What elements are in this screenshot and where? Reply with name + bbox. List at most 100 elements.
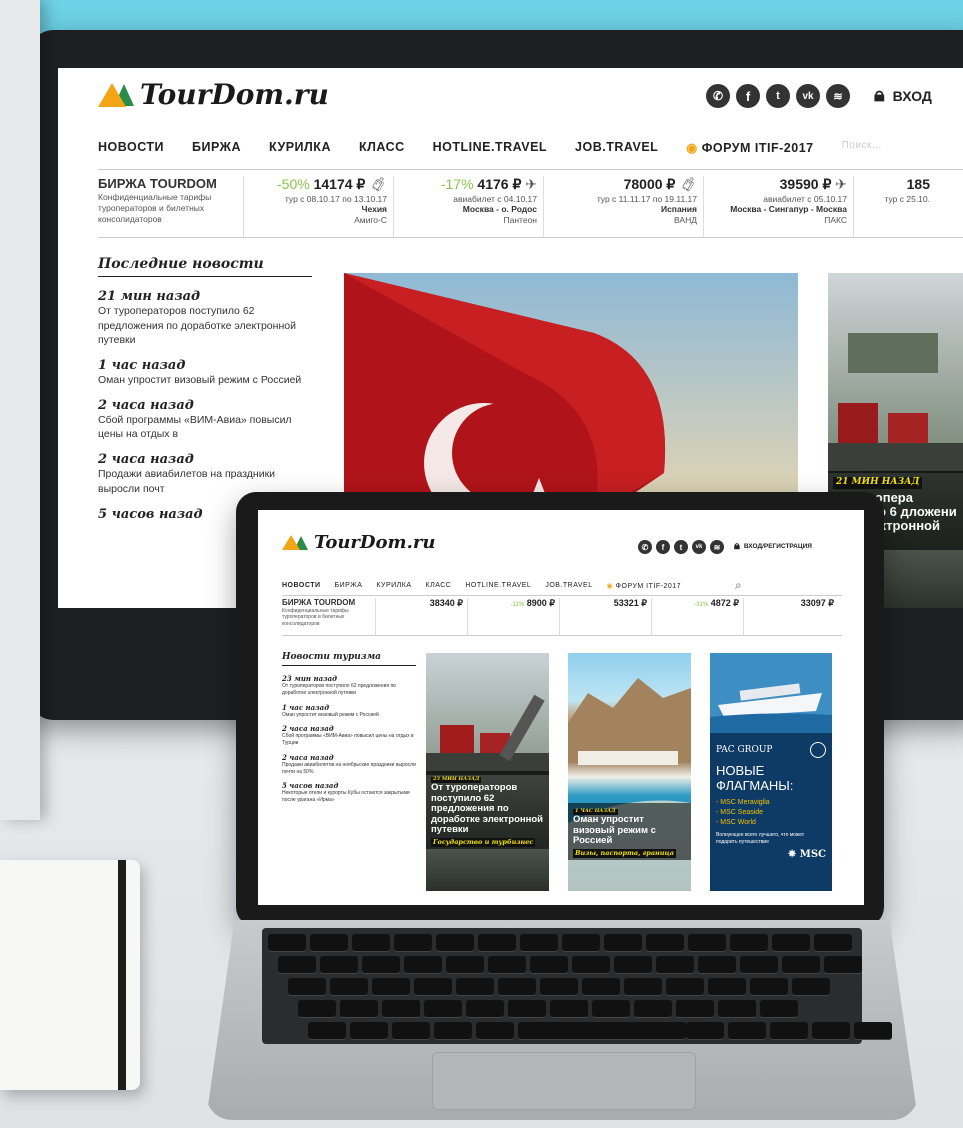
keyboard-key xyxy=(792,978,830,996)
plane-icon: ✈︎ xyxy=(835,176,847,192)
search-input[interactable]: Поиск... xyxy=(842,140,882,169)
news-item[interactable]: 5 часов назад Некоторые отели и курорты К… xyxy=(282,781,416,804)
news-time: 5 часов назад xyxy=(282,781,339,791)
offer-discount: -50% xyxy=(277,176,310,192)
ad-content: PAC GROUP НОВЫЕ ФЛАГМАНЫ: - MSC Meravigl… xyxy=(710,738,832,864)
news-item[interactable]: 1 час назад Оман упростит визовый режим с… xyxy=(282,703,416,719)
nav-kurilka[interactable]: КУРИЛКА xyxy=(269,140,331,169)
news-heading: Последние новости xyxy=(98,256,312,277)
keyboard-key xyxy=(394,934,432,952)
nav-news[interactable]: НОВОСТИ xyxy=(98,140,164,169)
nav-klass[interactable]: КЛАСС xyxy=(359,140,405,169)
nav-hotline[interactable]: HOTLINE.TRAVEL xyxy=(433,140,547,169)
logo-text: TourDom.ru xyxy=(314,532,436,553)
news-item[interactable]: 23 мин назад От туроператоров поступило 6… xyxy=(282,674,416,697)
keyboard-key xyxy=(582,978,620,996)
news-item[interactable]: 2 часа назад Сбой программы «ВИМ-Авиа» по… xyxy=(282,724,416,747)
site-logo[interactable]: TourDom.ru xyxy=(98,78,329,111)
site-logo-laptop[interactable]: TourDom.ru xyxy=(282,532,435,553)
keyboard-key xyxy=(812,1022,850,1040)
twitter-icon[interactable]: t xyxy=(674,540,688,554)
vk-icon[interactable]: vk xyxy=(796,84,820,108)
offer-card[interactable]: 78000 ₽ 🧳︎ тур с 11.11.17 по 19.11.17 Ис… xyxy=(544,176,704,237)
news-column-laptop: Новости туризма 23 мин назад От туроперат… xyxy=(282,652,416,804)
keyboard-key xyxy=(372,978,410,996)
keyboard-key xyxy=(478,934,516,952)
news-item[interactable]: 2 часа назад Продажи авиабилетов на празд… xyxy=(98,452,312,496)
keyboard-key xyxy=(854,1022,892,1040)
offer-card[interactable]: 38340 ₽ xyxy=(376,598,468,635)
offer-dest: Москва - Сингапур - Москва xyxy=(730,204,847,215)
phone-icon[interactable]: ✆ xyxy=(638,540,652,554)
offer-line: тур с 25.10. xyxy=(884,193,930,204)
story-card[interactable]: 1 ЧАС НАЗАД Оман упростит визовый режим … xyxy=(568,653,691,891)
offer-discount: -31% xyxy=(694,602,709,608)
nav-birzha[interactable]: БИРЖА xyxy=(335,582,363,589)
nav-job[interactable]: JOB.TRAVEL xyxy=(575,140,658,169)
ad-brand: PAC GROUP xyxy=(716,745,773,755)
offer-price: 33097 ₽ xyxy=(800,598,834,608)
ad-logo-text: MSC xyxy=(799,849,826,861)
news-item[interactable]: 21 мин назад От туроператоров поступило 6… xyxy=(98,289,312,348)
keyboard-key xyxy=(488,956,526,974)
vk-icon[interactable]: vk xyxy=(692,540,706,554)
offer-card[interactable]: 39590 ₽ ✈︎ авиабилет с 05.10.17 Москва -… xyxy=(704,176,854,237)
search-input[interactable]: ⌕ xyxy=(735,578,742,593)
offer-card[interactable]: -11% 8900 ₽ xyxy=(468,598,560,635)
offer-card[interactable]: 53321 ₽ xyxy=(560,598,652,635)
offer-line: авиабилет с 04.10.17 xyxy=(453,193,537,204)
story-caption: 23 МИН НАЗАД От туроператоров поступило … xyxy=(426,771,549,850)
twitter-icon[interactable]: t xyxy=(766,84,790,108)
nav-klass[interactable]: КЛАСС xyxy=(426,582,452,589)
keyboard-key xyxy=(466,1000,504,1018)
news-time: 2 часа назад xyxy=(282,752,334,762)
offer-card[interactable]: 185 тур с 25.10. xyxy=(854,176,934,237)
rss-icon[interactable]: ≋ xyxy=(710,540,724,554)
offer-card[interactable]: -50% 14174 ₽ 🧳︎ тур с 08.10.17 по 13.10.… xyxy=(244,176,394,237)
keyboard-key xyxy=(550,1000,588,1018)
birzha-title-block[interactable]: БИРЖА TOURDOM Конфиденциальные тарифы ту… xyxy=(98,176,244,237)
nav-kurilka[interactable]: КУРИЛКА xyxy=(376,582,411,589)
offer-price: 53321 ₽ xyxy=(613,598,647,608)
nav-forum[interactable]: ◉ ФОРУМ ITIF-2017 xyxy=(686,140,813,169)
keyboard-key xyxy=(310,934,348,952)
story-card[interactable]: 23 МИН НАЗАД От туроператоров поступило … xyxy=(426,653,549,891)
nav-birzha[interactable]: БИРЖА xyxy=(192,140,241,169)
ad-item: - MSC Seaside xyxy=(716,809,764,817)
news-headline: От туроператоров поступило 62 предложени… xyxy=(98,305,296,347)
ad-items: - MSC Meraviglia - MSC Seaside - MSC Wor… xyxy=(716,798,826,828)
news-item[interactable]: 1 час назад Оман упростит визовый режим с… xyxy=(98,358,312,388)
main-nav-laptop: НОВОСТИ БИРЖА КУРИЛКА КЛАСС HOTLINE.TRAV… xyxy=(282,576,842,596)
offer-operator: ПАКС xyxy=(824,214,847,225)
suitcase-icon: 🧳︎ xyxy=(679,176,697,192)
offer-price: 4176 ₽ xyxy=(477,176,522,192)
birzha-ticker-monitor: БИРЖА TOURDOM Конфиденциальные тарифы ту… xyxy=(98,176,963,238)
birzha-title-block[interactable]: БИРЖА TOURDOM Конфиденциальные тарифы ту… xyxy=(282,598,376,635)
nav-news[interactable]: НОВОСТИ xyxy=(282,582,321,589)
phone-icon[interactable]: ✆ xyxy=(706,84,730,108)
offer-card[interactable]: 33097 ₽ xyxy=(744,598,838,635)
logo-mark-icon xyxy=(282,535,300,550)
keyboard-key xyxy=(330,978,368,996)
news-headline: Сбой программы «ВИМ-Авиа» повысил цены н… xyxy=(98,413,292,441)
keyboard-key xyxy=(476,1022,514,1040)
login-link[interactable]: 🔒︎ вход xyxy=(874,84,932,107)
nav-hotline[interactable]: HOTLINE.TRAVEL xyxy=(465,582,531,589)
news-time: 21 мин назад xyxy=(98,289,201,304)
news-item[interactable]: 2 часа назад Сбой программы «ВИМ-Авиа» по… xyxy=(98,398,312,442)
news-item[interactable]: 2 часа назад Продажи авиабилетов на ноябр… xyxy=(282,753,416,776)
rss-icon[interactable]: ≋ xyxy=(826,84,850,108)
logo-text: TourDom.ru xyxy=(140,78,329,111)
facebook-icon[interactable]: f xyxy=(736,84,760,108)
ad-banner[interactable]: PAC GROUP НОВЫЕ ФЛАГМАНЫ: - MSC Meravigl… xyxy=(710,653,832,891)
story-rubric[interactable]: Государство и турбизнес xyxy=(431,837,536,847)
facebook-icon[interactable]: f xyxy=(656,540,670,554)
offer-card[interactable]: -17% 4176 ₽ ✈︎ авиабилет с 04.10.17 Моск… xyxy=(394,176,544,237)
story-rubric[interactable]: Визы, паспорта, граница xyxy=(573,848,676,858)
laptop-trackpad[interactable] xyxy=(432,1052,696,1110)
offer-card[interactable]: -31% 4872 ₽ xyxy=(652,598,744,635)
login-link-laptop[interactable]: 🔒︎ ВХОД/РЕГИСТРАЦИЯ xyxy=(734,540,812,553)
nav-forum[interactable]: ◉ ФОРУМ ITIF-2017 xyxy=(607,582,681,590)
logo-mark-icon xyxy=(98,82,126,107)
nav-job[interactable]: JOB.TRAVEL xyxy=(545,582,592,589)
